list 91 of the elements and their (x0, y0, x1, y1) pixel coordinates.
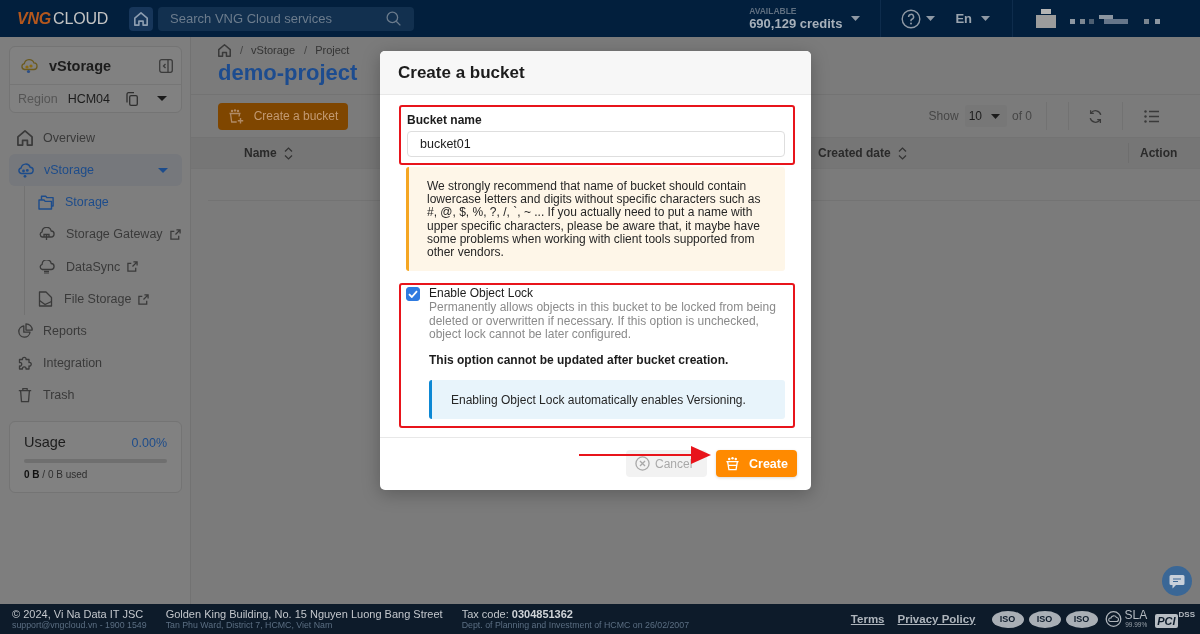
description: Permanently allows objects in this bucket to be locked from being deleted or overwritten if necessary. If this option is unchecked, object lock cannot be later configured. (429, 301, 777, 342)
bucket-icon (725, 456, 741, 472)
bucket-name-input[interactable]: bucket01 (407, 131, 785, 157)
nav-item[interactable]: Overview (9, 122, 182, 154)
iso-badge: ISO (1065, 610, 1098, 628)
nav-item[interactable]: Trash (9, 379, 182, 412)
caret-icon (981, 16, 990, 21)
collapse-sidebar-icon[interactable] (159, 58, 173, 73)
caret-icon[interactable] (157, 96, 167, 101)
home-icon (17, 130, 33, 146)
tax-code: Tax code: 0304851362 (461, 608, 574, 620)
page-title: demo-project (218, 60, 358, 86)
column-header: Created date (818, 146, 891, 160)
dss-label: DSS (1178, 610, 1195, 619)
cloud-icon (17, 162, 34, 178)
nav-item[interactable]: Integration (9, 347, 182, 380)
create-button[interactable]: Create (716, 450, 797, 478)
breadcrumb-separator: / (304, 44, 308, 56)
sort-icon[interactable] (283, 146, 293, 160)
external-link-icon (127, 261, 139, 273)
help-dropdown[interactable] (901, 8, 936, 29)
checkbox[interactable] (406, 287, 420, 302)
info-message: Enabling Object Lock automatically enables Versioning. (429, 380, 785, 420)
create-bucket-button[interactable]: Create a bucket (218, 102, 348, 130)
box-icon[interactable] (1036, 9, 1056, 28)
address: Golden King Building, No. 15 Nguyen Luong Bang Street (165, 608, 443, 620)
usage-percent: 0.00% (131, 436, 167, 451)
nav-subitem[interactable]: DataSync (25, 250, 182, 283)
sort-icon[interactable] (897, 146, 907, 160)
column-header: Action (1140, 146, 1178, 160)
breadcrumb-link[interactable]: vStorage (251, 44, 296, 56)
home-icon[interactable] (218, 43, 231, 57)
iso-badge: ISO (1028, 610, 1061, 628)
search-icon (386, 10, 402, 26)
column-header: Name (244, 146, 277, 160)
language-dropdown[interactable]: En (955, 11, 990, 26)
caret-icon (991, 113, 1000, 119)
sla-label: SLA (1124, 610, 1148, 621)
breadcrumb-link[interactable]: Project (315, 44, 350, 56)
puzzle-icon (17, 355, 33, 372)
nav-subitem[interactable]: Storage (25, 186, 182, 219)
nav-item[interactable]: vStorage (9, 154, 182, 186)
chat-icon (1169, 573, 1185, 589)
company-name: © 2024, Vi Na Data IT JSC (12, 608, 145, 620)
region-value: HCM04 (67, 91, 110, 106)
logo: VNGCLOUD (17, 9, 109, 28)
external-link-icon (138, 293, 150, 305)
cloud-network-icon (38, 227, 55, 242)
pci-label: PCI (1155, 614, 1178, 628)
iso-badge: ISO (991, 610, 1024, 628)
file-icon (38, 291, 53, 308)
home-button[interactable] (129, 6, 154, 31)
service-title: vStorage (49, 57, 112, 74)
help-icon (901, 8, 922, 29)
warning-message: We strongly recommend that name of bucket should contain lowercase letters and digits without specific characters such as #, @, $, %, ?, /, `, ~ ... If you actually need to put a name with upper specific characters, please be aware that, it maybe have some problems when working with client tools supported from other vendors. (406, 167, 785, 272)
trash-icon (17, 387, 33, 404)
footer-link[interactable]: Privacy Policy (897, 613, 976, 625)
pie-chart-icon (17, 323, 33, 340)
cloud-icon (38, 259, 55, 274)
cloud-nodes-icon (20, 57, 38, 74)
page-size-select[interactable]: 10 (964, 105, 1007, 127)
nav-subitem[interactable]: Storage Gateway (25, 218, 182, 251)
chat-button[interactable] (1162, 566, 1192, 596)
nav-item[interactable]: Reports (9, 315, 182, 348)
checkbox-label[interactable]: Enable Object Lock (429, 286, 534, 302)
folder-icon (38, 194, 54, 210)
note: This option cannot be updated after bucket creation. (429, 353, 729, 369)
registration-info: Dept. of Planning and Investment of HCMC on 26/02/2007 (461, 620, 690, 630)
home-icon (134, 11, 149, 26)
cloud-circle-icon (1104, 611, 1122, 627)
address-detail: Tan Phu Ward, District 7, HCMC, Viet Nam (165, 620, 334, 630)
dialog-title: Create a bucket (398, 62, 525, 83)
close-circle-icon (635, 456, 650, 472)
footer-link[interactable]: Terms (850, 613, 885, 625)
bucket-add-icon (227, 108, 244, 124)
usage-title: Usage (24, 434, 66, 451)
usage-detail: 0 B / 0 B used (24, 469, 89, 481)
refresh-icon[interactable] (1088, 108, 1103, 124)
copy-icon[interactable] (126, 91, 138, 106)
caret-icon (158, 167, 168, 173)
caret-icon (851, 16, 861, 21)
pixelated-name-icon (1070, 14, 1160, 25)
nav-subitem[interactable]: File Storage (25, 282, 182, 316)
credits-dropdown[interactable]: AVAILABLE 690,129 credits (749, 6, 861, 31)
field-label: Bucket name (407, 113, 482, 128)
search-field[interactable]: Search VNG Cloud services (158, 6, 415, 31)
caret-icon (926, 16, 936, 21)
list-icon[interactable] (1144, 109, 1159, 123)
external-link-icon (169, 228, 181, 240)
contact-info: support@vngcloud.vn - 1900 1549 (12, 620, 147, 630)
breadcrumb-separator: / (240, 44, 244, 56)
